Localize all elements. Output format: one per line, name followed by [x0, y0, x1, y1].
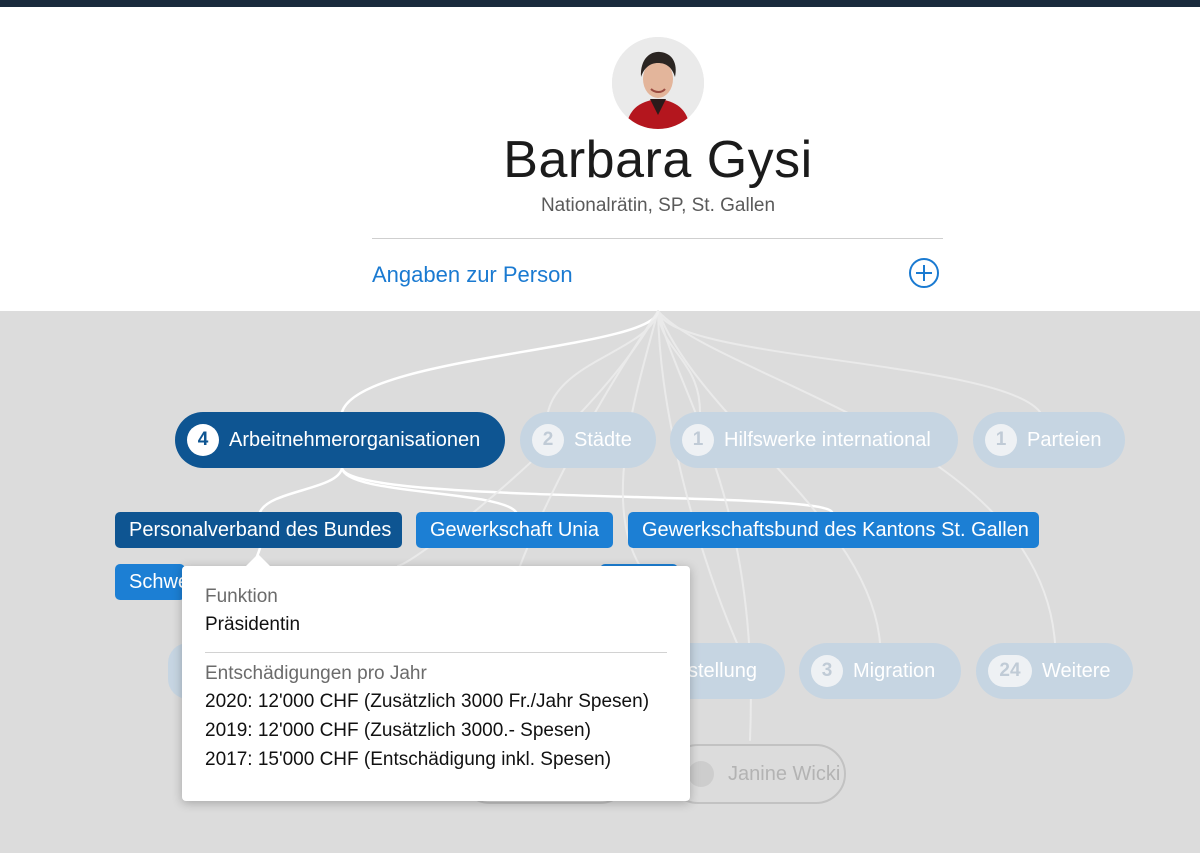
category-pill-arbeitnehmerorganisationen[interactable]: 4 Arbeitnehmerorganisationen: [175, 412, 505, 468]
category-label: Weitere: [1042, 659, 1111, 682]
category-count-badge: 1: [682, 424, 714, 456]
category-label: Migration: [853, 659, 936, 682]
category-pill-parteien[interactable]: 1 Parteien: [973, 412, 1125, 468]
org-tag-unia[interactable]: Gewerkschaft Unia: [416, 512, 613, 548]
category-pill-migration[interactable]: 3 Migration: [799, 643, 961, 699]
category-count-badge: 1: [985, 424, 1017, 456]
compensation-line: 2020: 12'000 CHF (Zusätzlich 3000 Fr./Ja…: [205, 691, 650, 712]
category-label: Städte: [574, 428, 632, 451]
category-count-badge: 4: [187, 424, 219, 456]
compensation-line: 2019: 12'000 CHF (Zusätzlich 3000.- Spes…: [205, 720, 591, 741]
category-label: stellung: [688, 659, 757, 682]
category-pill-hilfswerke[interactable]: 1 Hilfswerke international: [670, 412, 958, 468]
compensation-line: 2017: 15'000 CHF (Entschädigung inkl. Sp…: [205, 749, 612, 770]
category-count-badge: 2: [532, 424, 564, 456]
compensation-label: Entschädigungen pro Jahr: [205, 663, 427, 684]
category-label: Parteien: [1027, 428, 1102, 451]
org-tag-personalverband[interactable]: Personalverband des Bundes: [115, 512, 402, 548]
connector-line-faded: [657, 310, 1041, 413]
connector-line: [258, 466, 344, 514]
org-tag-schweizerischer[interactable]: Schwe: [115, 564, 185, 600]
contact-name: Janine Wicki: [728, 762, 841, 785]
category-label: Arbeitnehmerorganisationen: [229, 428, 481, 451]
category-count-badge: 24: [988, 655, 1032, 687]
person-icon: [688, 761, 714, 787]
org-tag-gewerkschaftsbund[interactable]: Gewerkschaftsbund des Kantons St. Gallen: [628, 512, 1039, 548]
function-value: Präsidentin: [205, 614, 301, 635]
category-label: Hilfswerke international: [724, 428, 931, 451]
contact-pill-janine-wicki[interactable]: Janine Wicki: [668, 744, 846, 804]
connector-line: [340, 466, 518, 514]
function-label: Funktion: [205, 586, 278, 607]
category-count-badge: 3: [811, 655, 843, 687]
tooltip-divider: [205, 652, 667, 653]
org-detail-tooltip: Funktion Präsidentin Entschädigungen pro…: [182, 554, 690, 801]
category-pill-weitere[interactable]: 24 Weitere: [976, 643, 1133, 699]
connector-line: [340, 309, 660, 414]
category-pill-staedte[interactable]: 2 Städte: [520, 412, 656, 468]
